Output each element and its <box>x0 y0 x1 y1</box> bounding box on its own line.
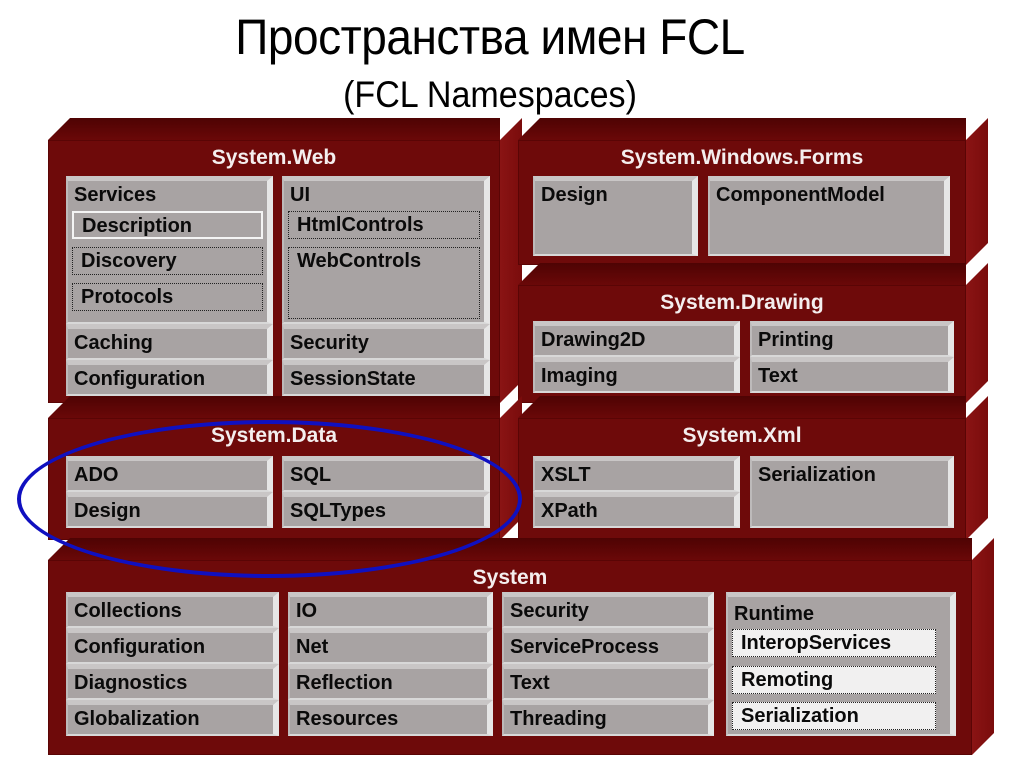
box-text: Text <box>502 664 714 700</box>
sub-discovery: Discovery <box>72 247 263 275</box>
sub-interopservices: InteropServices <box>732 629 936 657</box>
box-label: UI <box>290 184 310 206</box>
panel-system-xml: System.Xml XSLT XPath Serialization <box>518 396 966 540</box>
panel-bevel <box>966 118 988 265</box>
panel-bevel <box>48 538 972 560</box>
box-serviceprocess: ServiceProcess <box>502 628 714 664</box>
box-caching: Caching <box>66 324 273 360</box>
box-design: Design <box>66 492 273 528</box>
panel-title: System.Xml <box>682 424 802 447</box>
panel-system-data: System.Data ADO Design SQL SQLTypes <box>48 396 500 540</box>
box-text: Text <box>750 357 954 393</box>
box-design: Design <box>533 176 698 256</box>
sub-protocols: Protocols <box>72 283 263 311</box>
panel-system-web: System.Web Services Description Discover… <box>48 118 500 403</box>
sub-remoting: Remoting <box>732 666 936 694</box>
panel-bevel <box>966 263 988 403</box>
sub-htmlcontrols: HtmlControls <box>288 211 480 239</box>
box-sessionstate: SessionState <box>282 360 490 396</box>
panel-title: System <box>472 566 548 589</box>
panel-title: System.Drawing <box>660 291 824 314</box>
panel-system: System Collections Configuration Diagnos… <box>48 538 972 755</box>
box-printing: Printing <box>750 321 954 357</box>
panel-bevel <box>518 396 966 418</box>
panel-bevel <box>966 396 988 540</box>
panel-title: System.Windows.Forms <box>620 146 864 169</box>
panel-bevel <box>48 118 500 140</box>
box-sql: SQL <box>282 456 490 492</box>
panel-system-drawing: System.Drawing Drawing2D Imaging Printin… <box>518 263 966 403</box>
panel-bevel <box>48 396 500 418</box>
box-ui: UI HtmlControls WebControls <box>282 176 490 324</box>
box-reflection: Reflection <box>288 664 493 700</box>
box-collections: Collections <box>66 592 279 628</box>
box-drawing2d: Drawing2D <box>533 321 740 357</box>
panel-bevel <box>518 263 966 285</box>
box-security: Security <box>502 592 714 628</box>
sub-webcontrols: WebControls <box>288 247 480 319</box>
panel-title: System.Data <box>210 424 338 447</box>
box-globalization: Globalization <box>66 700 279 736</box>
panel-bevel <box>972 538 994 755</box>
box-xslt: XSLT <box>533 456 740 492</box>
page-subtitle: (FCL Namespaces) <box>343 74 637 115</box>
box-xpath: XPath <box>533 492 740 528</box>
box-configuration: Configuration <box>66 628 279 664</box>
box-net: Net <box>288 628 493 664</box>
box-serialization: Serialization <box>750 456 954 528</box>
box-services: Services Description Discovery Protocols <box>66 176 273 324</box>
sub-serialization: Serialization <box>732 702 936 730</box>
panel-bevel <box>518 118 966 140</box>
box-resources: Resources <box>288 700 493 736</box>
box-runtime: Runtime InteropServices Remoting Seriali… <box>726 592 956 736</box>
box-sqltypes: SQLTypes <box>282 492 490 528</box>
box-security: Security <box>282 324 490 360</box>
box-label: Runtime <box>734 603 814 625</box>
box-label: Services <box>74 184 157 206</box>
panel-system-windows-forms: System.Windows.Forms Design ComponentMod… <box>518 118 966 265</box>
sub-description: Description <box>72 211 263 239</box>
box-componentmodel: ComponentModel <box>708 176 950 256</box>
box-threading: Threading <box>502 700 714 736</box>
box-ado: ADO <box>66 456 273 492</box>
panel-title: System.Web <box>211 146 337 169</box>
box-imaging: Imaging <box>533 357 740 393</box>
box-configuration: Configuration <box>66 360 273 396</box>
page-title: Пространства имен FCL <box>235 9 745 65</box>
box-diagnostics: Diagnostics <box>66 664 279 700</box>
box-io: IO <box>288 592 493 628</box>
